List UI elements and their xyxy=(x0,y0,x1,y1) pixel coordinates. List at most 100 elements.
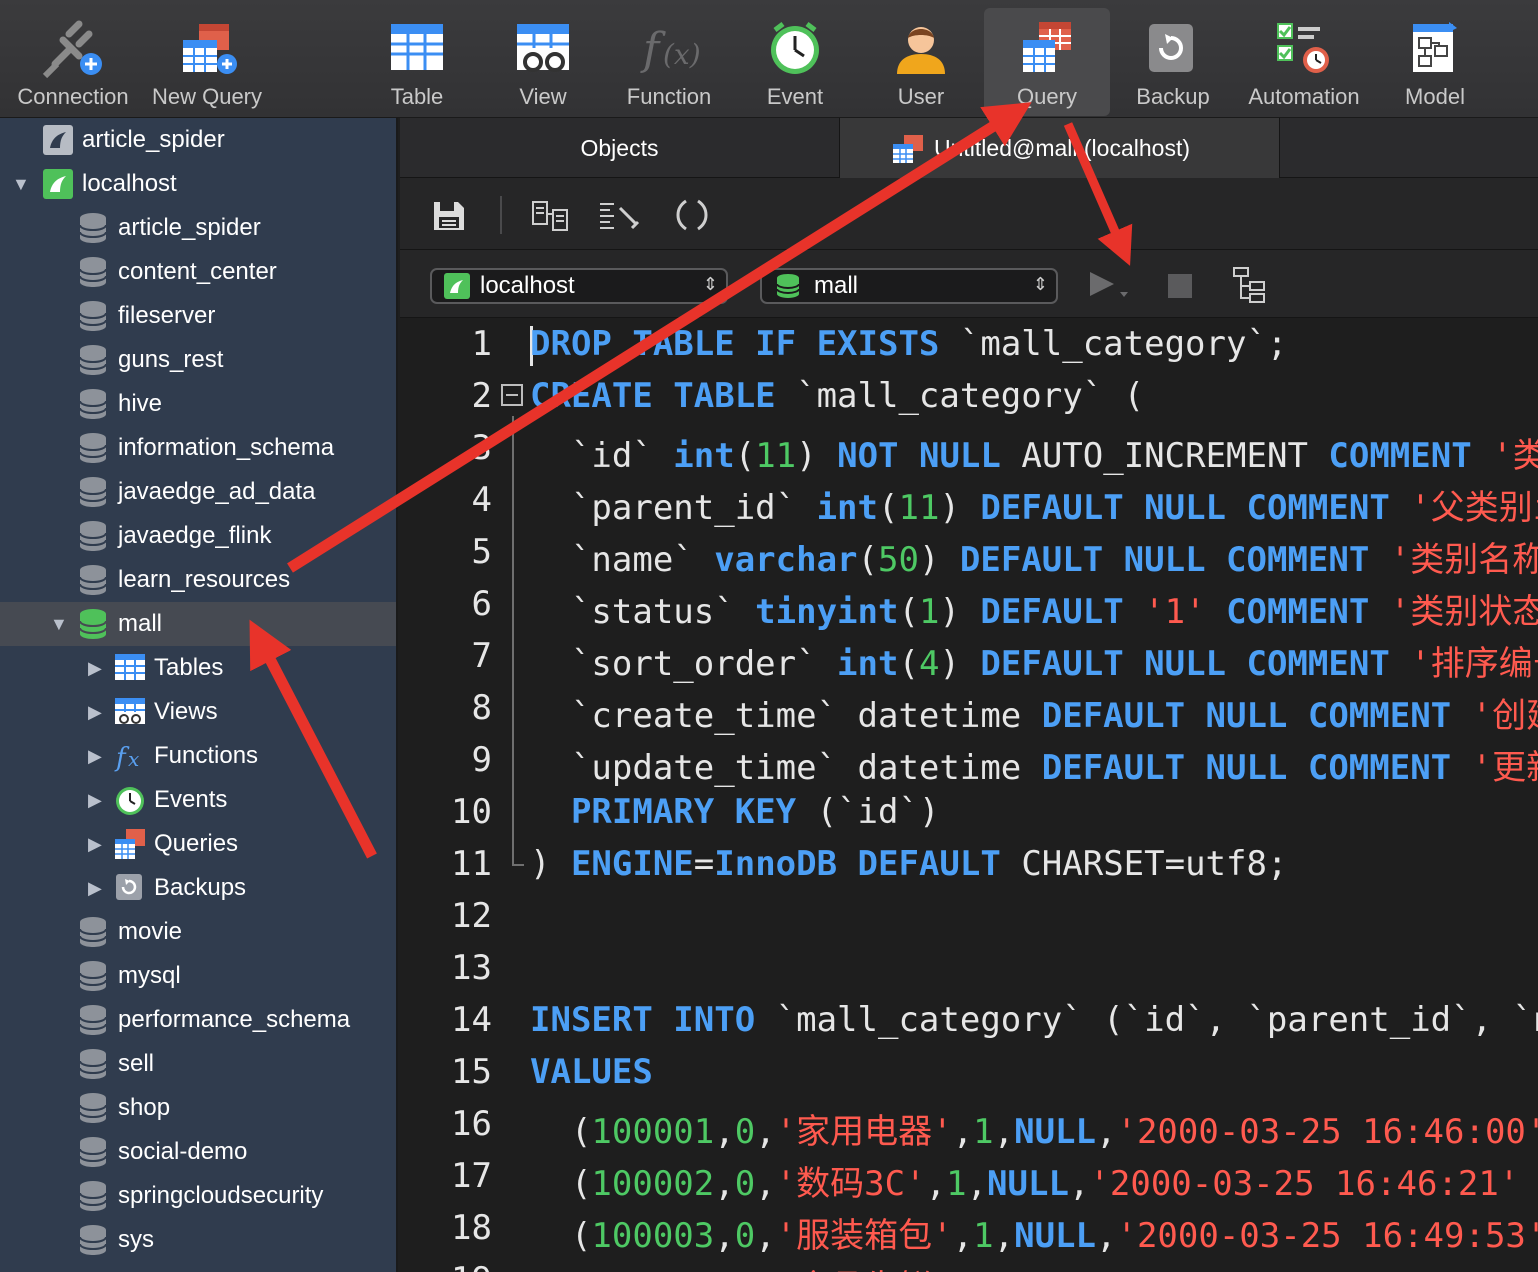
disclosure-closed-icon[interactable]: ▶ xyxy=(88,866,102,910)
function-icon: fx xyxy=(114,743,139,772)
connection-select[interactable]: localhost ⇕ xyxy=(430,268,728,304)
table-label: Table xyxy=(390,84,444,109)
model-button[interactable]: Model xyxy=(1372,8,1498,116)
tree-label: social-demo xyxy=(118,1138,248,1165)
event-label: Event xyxy=(766,84,824,109)
code-line: VALUES xyxy=(530,1052,653,1092)
tree-label: sell xyxy=(118,1050,155,1077)
tree-db-javaedge-ad-data[interactable]: javaedge_ad_data xyxy=(0,470,396,514)
tree-group-events[interactable]: ▶ Events xyxy=(0,778,396,822)
tree-db-information-schema[interactable]: information_schema xyxy=(0,426,396,470)
disclosure-closed-icon[interactable]: ▶ xyxy=(88,822,102,866)
query-builder-icon[interactable] xyxy=(530,200,570,232)
database-select[interactable]: mall ⇕ xyxy=(760,268,1058,304)
fold-guide xyxy=(512,416,514,866)
automation-button[interactable]: Automation xyxy=(1240,8,1368,116)
connection-icon xyxy=(43,169,73,199)
backup-icon xyxy=(116,874,142,900)
tree-db-shop[interactable]: shop xyxy=(0,1086,396,1130)
tab-query[interactable]: Untitled@mall (localhost) xyxy=(840,118,1280,178)
table-icon xyxy=(115,654,145,680)
explain-icon[interactable] xyxy=(1230,266,1270,304)
disclosure-closed-icon[interactable]: ▶ xyxy=(88,646,102,690)
fold-toggle-icon[interactable] xyxy=(501,384,523,406)
disclosure-open-icon[interactable]: ▼ xyxy=(12,162,30,206)
database-select-value: mall xyxy=(814,272,859,299)
line-number: 9 xyxy=(471,740,492,780)
tree-group-backups[interactable]: ▶ Backups xyxy=(0,866,396,910)
updown-chevron-icon: ⇕ xyxy=(702,274,718,294)
line-number: 12 xyxy=(451,896,492,936)
tree-db-springcloudsecurity[interactable]: springcloudsecurity xyxy=(0,1174,396,1218)
tree-db-hive[interactable]: hive xyxy=(0,382,396,426)
backup-button[interactable]: Backup xyxy=(1110,8,1236,116)
tree-db-mysql[interactable]: mysql xyxy=(0,954,396,998)
database-icon xyxy=(79,1137,107,1167)
sql-editor[interactable]: 1 2 3 4 5 6 7 8 9 10 11 12 13 14 15 16 1… xyxy=(400,318,1538,1272)
connection-button[interactable]: Connection xyxy=(10,8,136,116)
code-snippet-icon[interactable] xyxy=(674,198,710,232)
line-number: 19 xyxy=(400,1260,492,1272)
query-icon xyxy=(115,829,145,859)
code-line: (100001,0,'家用电器',1,NULL,'2000-03-25 16:4… xyxy=(530,1112,1538,1152)
tree-db-mall[interactable]: ▼ mall xyxy=(0,602,396,646)
disclosure-closed-icon[interactable]: ▶ xyxy=(88,778,102,822)
disclosure-open-icon[interactable]: ▼ xyxy=(50,602,68,646)
tree-label: fileserver xyxy=(118,302,216,329)
tree-label: article_spider xyxy=(118,214,261,241)
user-icon xyxy=(897,27,945,74)
plug-add-icon xyxy=(42,20,102,79)
line-number: 7 xyxy=(471,636,492,676)
tree-connection-article-spider[interactable]: article_spider xyxy=(0,118,396,162)
updown-chevron-icon: ⇕ xyxy=(1032,274,1048,294)
line-number: 16 xyxy=(451,1104,492,1144)
tree-db-fileserver[interactable]: fileserver xyxy=(0,294,396,338)
tree-db-learn-resources[interactable]: learn_resources xyxy=(0,558,396,602)
table-button[interactable]: Table xyxy=(354,8,480,116)
tree-db-sell[interactable]: sell xyxy=(0,1042,396,1086)
line-number: 1 xyxy=(471,324,492,364)
automation-label: Automation xyxy=(1248,84,1360,109)
run-icon[interactable] xyxy=(1086,270,1132,304)
tree-label: hive xyxy=(118,390,163,417)
tab-objects[interactable]: Objects xyxy=(400,118,840,178)
tree-label: performance_schema xyxy=(118,1006,351,1033)
tree-db-javaedge-flink[interactable]: javaedge_flink xyxy=(0,514,396,558)
query-button[interactable]: Query xyxy=(984,8,1110,116)
backup-label: Backup xyxy=(1136,84,1210,109)
event-button[interactable]: Event xyxy=(732,8,858,116)
new-query-button[interactable]: New Query xyxy=(144,8,270,116)
tree-connection-localhost[interactable]: ▼ localhost xyxy=(0,162,396,206)
tree-db-social-demo[interactable]: social-demo xyxy=(0,1130,396,1174)
database-icon xyxy=(79,433,107,463)
view-button[interactable]: View xyxy=(480,8,606,116)
tab-query-label: Untitled@mall (localhost) xyxy=(934,135,1190,161)
disclosure-closed-icon[interactable]: ▶ xyxy=(88,734,102,778)
database-icon xyxy=(79,521,107,551)
tree-db-content-center[interactable]: content_center xyxy=(0,250,396,294)
save-icon[interactable] xyxy=(432,200,466,232)
automation-icon xyxy=(1277,23,1329,73)
tree-db-performance-schema[interactable]: performance_schema xyxy=(0,998,396,1042)
disclosure-closed-icon[interactable]: ▶ xyxy=(88,690,102,734)
new-query-label: New Query xyxy=(151,84,263,109)
tree-label: sys xyxy=(118,1226,154,1253)
tree-db-movie[interactable]: movie xyxy=(0,910,396,954)
tab-bar: Objects Untitled@mall (localhost) xyxy=(400,118,1538,178)
table-icon xyxy=(391,24,443,70)
tree-group-views[interactable]: ▶ Views xyxy=(0,690,396,734)
stop-icon[interactable] xyxy=(1168,274,1192,298)
tree-label: Queries xyxy=(154,830,239,857)
tree-group-tables[interactable]: ▶ Tables xyxy=(0,646,396,690)
tree-db-sys[interactable]: sys xyxy=(0,1218,396,1262)
tree-group-functions[interactable]: ▶ fx Functions xyxy=(0,734,396,778)
line-number: 17 xyxy=(451,1156,492,1196)
tree-db-article-spider[interactable]: article_spider xyxy=(0,206,396,250)
user-button[interactable]: User xyxy=(858,8,984,116)
tree-label: shop xyxy=(118,1094,171,1121)
tree-group-queries[interactable]: ▶ Queries xyxy=(0,822,396,866)
line-number: 14 xyxy=(451,1000,492,1040)
function-button[interactable]: f (x) Function xyxy=(606,8,732,116)
tree-db-guns-rest[interactable]: guns_rest xyxy=(0,338,396,382)
beautify-sql-icon[interactable] xyxy=(598,200,642,232)
